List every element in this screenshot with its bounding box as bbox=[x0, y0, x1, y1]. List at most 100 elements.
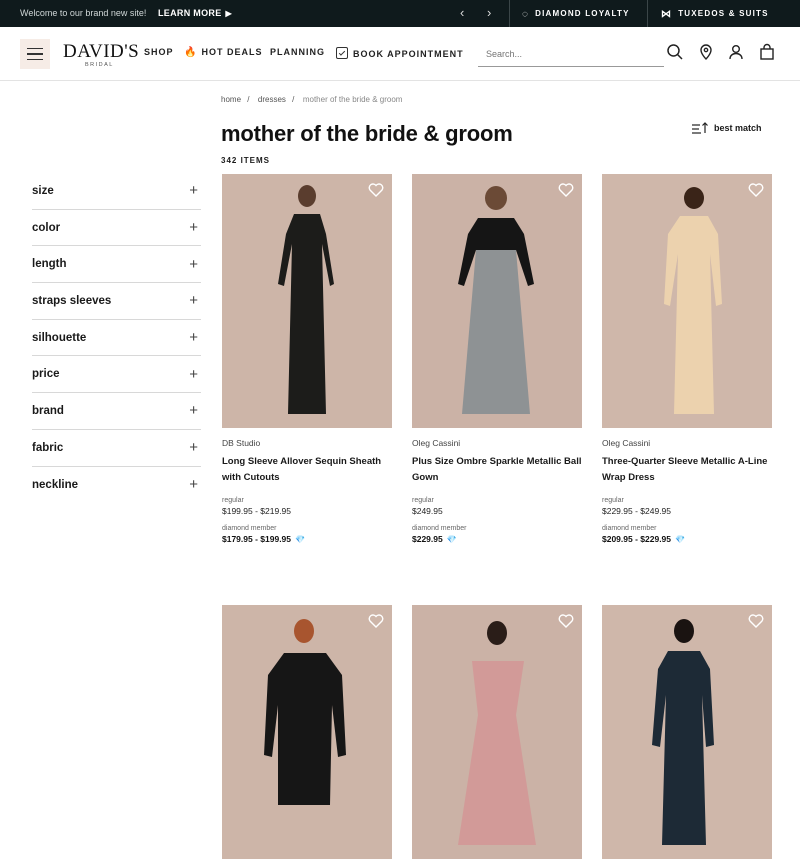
caret-right-icon: ▶ bbox=[225, 9, 232, 18]
filter-price[interactable]: price + bbox=[32, 356, 201, 394]
search-input[interactable] bbox=[478, 41, 664, 67]
product-card[interactable]: DB Studio Long Sleeve Allover Sequin She… bbox=[222, 174, 392, 544]
tuxedos-suits-label: TUXEDOS & SUITS bbox=[678, 9, 769, 18]
product-image[interactable] bbox=[412, 174, 582, 428]
brand-logo[interactable]: DAVID'S bbox=[63, 41, 139, 63]
shopping-bag-icon[interactable] bbox=[758, 43, 776, 61]
location-pin-icon[interactable] bbox=[697, 43, 715, 61]
member-price-label: diamond member bbox=[222, 525, 277, 532]
nav-hot-deals-label: HOT DEALS bbox=[201, 47, 263, 57]
site-header: DAVID'S BRIDAL SHOP 🔥 HOT DEALS PLANNING … bbox=[0, 27, 800, 81]
search-icon[interactable] bbox=[666, 43, 684, 61]
heart-icon[interactable] bbox=[748, 182, 764, 198]
plus-icon: + bbox=[189, 439, 198, 457]
filter-length[interactable]: length + bbox=[32, 246, 201, 284]
heart-icon[interactable] bbox=[368, 182, 384, 198]
product-card[interactable] bbox=[412, 605, 582, 859]
divider bbox=[647, 0, 648, 27]
diamond-loyalty-link[interactable]: ◌ DIAMOND LOYALTY bbox=[522, 9, 630, 20]
product-name[interactable]: Plus Size Ombre Sparkle Metallic Ball Go… bbox=[412, 454, 582, 488]
diamond-icon: 💎 bbox=[295, 535, 305, 544]
heart-icon[interactable] bbox=[558, 613, 574, 629]
welcome-text: Welcome to our brand new site! bbox=[20, 8, 147, 18]
member-price: $179.95 - $199.95 bbox=[222, 534, 292, 544]
filter-label: silhouette bbox=[32, 331, 87, 344]
learn-more-label: LEARN MORE bbox=[158, 8, 222, 18]
nav-shop[interactable]: SHOP bbox=[144, 47, 174, 57]
product-card[interactable]: Oleg Cassini Three-Quarter Sleeve Metall… bbox=[602, 174, 772, 544]
flame-icon: 🔥 bbox=[184, 47, 198, 58]
heart-icon[interactable] bbox=[558, 182, 574, 198]
product-image[interactable] bbox=[222, 174, 392, 428]
filter-label: straps sleeves bbox=[32, 294, 112, 307]
member-price: $229.95 bbox=[412, 534, 443, 544]
calendar-icon bbox=[336, 47, 348, 59]
plus-icon: + bbox=[189, 476, 198, 494]
regular-price: $249.95 bbox=[412, 506, 443, 516]
brand-logo-subtitle: BRIDAL bbox=[85, 62, 114, 68]
chevron-right-icon[interactable]: › bbox=[487, 5, 491, 20]
product-image[interactable] bbox=[412, 605, 582, 859]
product-photo bbox=[602, 174, 772, 428]
product-brand: Oleg Cassini bbox=[412, 438, 461, 448]
filter-label: color bbox=[32, 221, 61, 234]
divider bbox=[509, 0, 510, 27]
diamond-loyalty-label: DIAMOND LOYALTY bbox=[535, 9, 630, 18]
filter-silhouette[interactable]: silhouette + bbox=[32, 320, 201, 357]
regular-price-label: regular bbox=[412, 497, 434, 504]
breadcrumb-separator: / bbox=[289, 95, 297, 104]
hamburger-menu-button[interactable] bbox=[20, 39, 50, 69]
nav-book-appointment-label: BOOK APPOINTMENT bbox=[353, 49, 464, 59]
nav-book-appointment[interactable]: BOOK APPOINTMENT bbox=[336, 47, 464, 59]
nav-planning[interactable]: PLANNING bbox=[270, 47, 325, 57]
plus-icon: + bbox=[189, 219, 198, 237]
filter-color[interactable]: color + bbox=[32, 210, 201, 247]
filter-fabric[interactable]: fabric + bbox=[32, 430, 201, 467]
product-photo bbox=[222, 174, 392, 428]
regular-price: $199.95 - $219.95 bbox=[222, 506, 292, 516]
plus-icon: + bbox=[189, 365, 198, 383]
breadcrumb-dresses[interactable]: dresses bbox=[258, 95, 286, 104]
plus-icon: + bbox=[189, 292, 198, 310]
product-image[interactable] bbox=[602, 174, 772, 428]
diamond-icon: 💎 bbox=[675, 535, 685, 544]
sort-label: best match bbox=[714, 123, 762, 133]
plus-icon: + bbox=[189, 255, 198, 273]
sort-button[interactable]: best match bbox=[692, 122, 762, 134]
product-card[interactable]: Oleg Cassini Plus Size Ombre Sparkle Met… bbox=[412, 174, 582, 544]
filter-straps-sleeves[interactable]: straps sleeves + bbox=[32, 283, 201, 320]
product-photo bbox=[602, 605, 772, 859]
product-image[interactable] bbox=[602, 605, 772, 859]
breadcrumb: home / dresses / mother of the bride & g… bbox=[221, 95, 406, 104]
heart-icon[interactable] bbox=[368, 613, 384, 629]
heart-icon[interactable] bbox=[748, 613, 764, 629]
product-photo bbox=[222, 605, 392, 859]
plus-icon: + bbox=[189, 182, 198, 200]
filter-label: neckline bbox=[32, 478, 79, 491]
chevron-left-icon[interactable]: ‹ bbox=[460, 5, 464, 20]
tuxedos-suits-link[interactable]: ⋈ TUXEDOS & SUITS bbox=[661, 9, 769, 20]
member-price-row: $179.95 - $199.95 💎 bbox=[222, 534, 392, 544]
breadcrumb-separator: / bbox=[245, 95, 252, 104]
product-brand: DB Studio bbox=[222, 438, 261, 448]
filter-brand[interactable]: brand + bbox=[32, 393, 201, 430]
product-name[interactable]: Three-Quarter Sleeve Metallic A-Line Wra… bbox=[602, 454, 772, 488]
account-icon[interactable] bbox=[727, 43, 745, 61]
breadcrumb-home[interactable]: home bbox=[221, 95, 241, 104]
filter-neckline[interactable]: neckline + bbox=[32, 467, 201, 504]
diamond-ring-icon: ◌ bbox=[522, 9, 530, 20]
product-name[interactable]: Long Sleeve Allover Sequin Sheath with C… bbox=[222, 454, 392, 488]
regular-price: $229.95 - $249.95 bbox=[602, 506, 672, 516]
breadcrumb-current: mother of the bride & groom bbox=[302, 95, 403, 104]
product-card[interactable] bbox=[222, 605, 392, 859]
member-price: $209.95 - $229.95 bbox=[602, 534, 672, 544]
nav-hot-deals[interactable]: 🔥 HOT DEALS bbox=[184, 47, 262, 58]
filter-size[interactable]: size + bbox=[32, 173, 201, 210]
page-title: mother of the bride & groom bbox=[221, 121, 513, 146]
product-image[interactable] bbox=[222, 605, 392, 859]
learn-more-link[interactable]: LEARN MORE ▶ bbox=[158, 8, 232, 18]
filter-sidebar: size + color + length + straps sleeves + sil… bbox=[32, 173, 201, 503]
product-card[interactable] bbox=[602, 605, 772, 859]
regular-price-label: regular bbox=[602, 497, 624, 504]
member-price-label: diamond member bbox=[602, 525, 657, 532]
